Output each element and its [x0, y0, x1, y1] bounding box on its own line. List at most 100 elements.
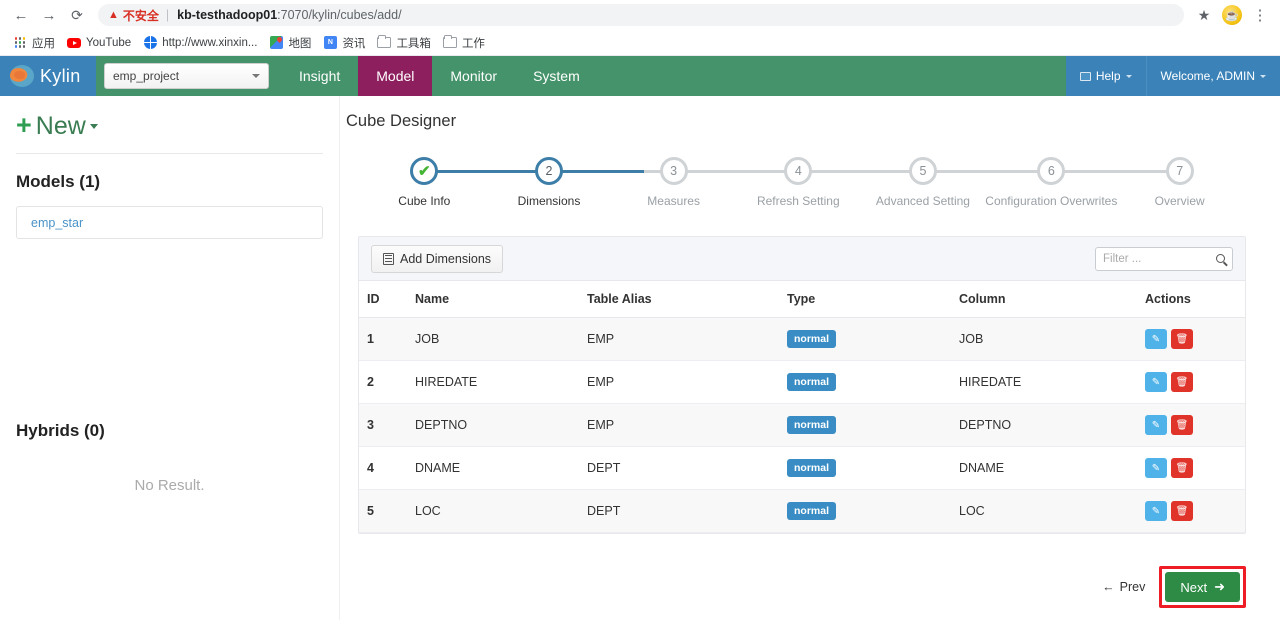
brand-logo-area[interactable]: Kylin	[0, 56, 96, 96]
plus-icon: +	[16, 110, 32, 140]
new-button[interactable]: + New	[16, 110, 323, 153]
back-arrow-icon[interactable]: ←	[8, 2, 34, 28]
bookmarks-bar: 应用 YouTube http://www.xinxin... 地图 N 资讯 …	[0, 30, 1280, 56]
step-label: Configuration Overwrites	[985, 194, 1118, 208]
page-body: + New Models (1) emp_star Hybrids (0) No…	[0, 96, 1280, 620]
delete-icon-button[interactable]: 🗑	[1171, 372, 1193, 392]
prev-label: Prev	[1119, 580, 1146, 594]
delete-icon-button[interactable]: 🗑	[1171, 329, 1193, 349]
youtube-icon	[67, 36, 81, 50]
brand-name: Kylin	[40, 65, 81, 86]
nav-item-system[interactable]: System	[515, 56, 598, 96]
add-dimensions-button[interactable]: Add Dimensions	[371, 244, 504, 273]
filter-input[interactable]: Filter ...	[1095, 246, 1233, 271]
step-configuration-overwrites[interactable]: 6 Configuration Overwrites	[985, 157, 1117, 208]
cell-name: JOB	[407, 317, 579, 361]
nav-item-monitor[interactable]: Monitor	[432, 56, 515, 96]
step-measures[interactable]: 3 Measures	[611, 157, 736, 208]
folder-icon	[377, 34, 392, 50]
th-table-alias: Table Alias	[579, 281, 779, 318]
step-circle: 5	[908, 157, 937, 185]
model-list-item[interactable]: emp_star	[16, 206, 323, 239]
cell-table-alias: EMP	[579, 403, 779, 447]
edit-icon-button[interactable]: ✎	[1145, 329, 1167, 349]
warning-triangle-icon: ▲	[108, 8, 119, 21]
sidebar: + New Models (1) emp_star Hybrids (0) No…	[0, 96, 340, 620]
folder-icon	[442, 34, 457, 50]
next-button[interactable]: Next ➜	[1165, 572, 1240, 602]
th-id: ID	[359, 281, 407, 318]
cell-id: 5	[359, 489, 407, 533]
step-cube-info[interactable]: ✔ Cube Info	[362, 157, 487, 208]
help-label: Help	[1095, 69, 1121, 83]
reload-icon[interactable]: ⟳	[64, 2, 90, 28]
delete-icon-button[interactable]: 🗑	[1171, 415, 1193, 435]
url-path: :7070/kylin/cubes/add/	[277, 8, 402, 22]
cell-actions: ✎ 🗑	[1137, 317, 1245, 361]
security-warning-label: 不安全	[122, 8, 159, 23]
bookmark-label: 工具箱	[396, 37, 431, 50]
bookmark-work[interactable]: 工作	[439, 33, 493, 53]
bookmark-apps[interactable]: 应用	[9, 33, 63, 53]
step-circle: ✔	[410, 157, 439, 185]
sidebar-divider	[16, 153, 323, 154]
step-dimensions[interactable]: 2 Dimensions	[487, 157, 612, 208]
book-icon	[1079, 71, 1091, 81]
prev-button[interactable]: ← Prev	[1102, 580, 1145, 594]
cell-actions: ✎ 🗑	[1137, 360, 1245, 404]
nav-item-insight[interactable]: Insight	[281, 56, 358, 96]
step-advanced-setting[interactable]: 5 Advanced Setting	[861, 157, 986, 208]
cell-column: HIREDATE	[951, 360, 1137, 404]
th-actions: Actions	[1137, 281, 1245, 318]
address-bar[interactable]: ▲ 不安全 | kb-testhadoop01:7070/kylin/cubes…	[98, 4, 1184, 26]
bookmark-xinxin[interactable]: http://www.xinxin...	[139, 34, 265, 52]
table-row: 5 LOC DEPT normal LOC ✎ 🗑	[359, 489, 1245, 533]
edit-icon-button[interactable]: ✎	[1145, 415, 1167, 435]
edit-icon-button[interactable]: ✎	[1145, 372, 1167, 392]
edit-icon-button[interactable]: ✎	[1145, 458, 1167, 478]
cell-type: normal	[779, 360, 951, 404]
cell-table-alias: DEPT	[579, 489, 779, 533]
help-menu[interactable]: Help	[1066, 56, 1146, 96]
chevron-down-icon	[1260, 74, 1266, 78]
table-row: 1 JOB EMP normal JOB ✎ 🗑	[359, 317, 1245, 361]
browser-toolbar: ← → ⟳ ▲ 不安全 | kb-testhadoop01:7070/kylin…	[0, 0, 1280, 30]
step-circle: 2	[534, 157, 563, 185]
forward-arrow-icon[interactable]: →	[36, 2, 62, 28]
step-circle: 7	[1165, 157, 1194, 185]
step-label: Cube Info	[398, 194, 451, 208]
user-menu[interactable]: Welcome, ADMIN	[1145, 56, 1280, 96]
project-select[interactable]: emp_project	[104, 63, 269, 89]
add-dimensions-label: Add Dimensions	[400, 251, 492, 266]
bookmark-label: 应用	[32, 37, 55, 50]
chevron-down-icon	[1125, 74, 1132, 78]
bookmark-youtube[interactable]: YouTube	[63, 34, 139, 52]
delete-icon-button[interactable]: 🗑	[1171, 458, 1193, 478]
browser-menu-icon[interactable]: ⋮	[1248, 3, 1272, 27]
bookmark-news[interactable]: N 资讯	[319, 33, 373, 53]
bookmark-label: http://www.xinxin...	[162, 36, 258, 49]
hybrids-empty-text: No Result.	[134, 477, 205, 494]
delete-icon-button[interactable]: 🗑	[1171, 501, 1193, 521]
bookmark-label: 资讯	[342, 37, 366, 50]
table-head: ID Name Table Alias Type Column Actions	[359, 281, 1245, 318]
type-badge: normal	[787, 502, 837, 520]
edit-icon-button[interactable]: ✎	[1145, 501, 1167, 521]
table-row: 3 DEPTNO EMP normal DEPTNO ✎ 🗑	[359, 403, 1245, 447]
bookmark-star-icon[interactable]: ★	[1192, 3, 1216, 27]
chevron-down-icon	[89, 124, 98, 129]
news-icon: N	[323, 36, 337, 50]
bookmark-toolbox[interactable]: 工具箱	[373, 33, 439, 53]
chevron-down-icon	[252, 74, 260, 78]
navbar-main: emp_project Insight Model Monitor System	[96, 56, 1066, 96]
cell-table-alias: DEPT	[579, 446, 779, 490]
profile-avatar[interactable]: ☕	[1222, 5, 1242, 25]
stepper-track-filled	[423, 170, 644, 173]
step-overview[interactable]: 7 Overview	[1117, 157, 1242, 208]
cell-id: 3	[359, 403, 407, 447]
nav-item-model[interactable]: Model	[358, 56, 433, 96]
cell-name: DNAME	[407, 446, 579, 490]
step-refresh-setting[interactable]: 4 Refresh Setting	[736, 157, 861, 208]
th-column: Column	[951, 281, 1137, 318]
bookmark-maps[interactable]: 地图	[265, 33, 319, 53]
